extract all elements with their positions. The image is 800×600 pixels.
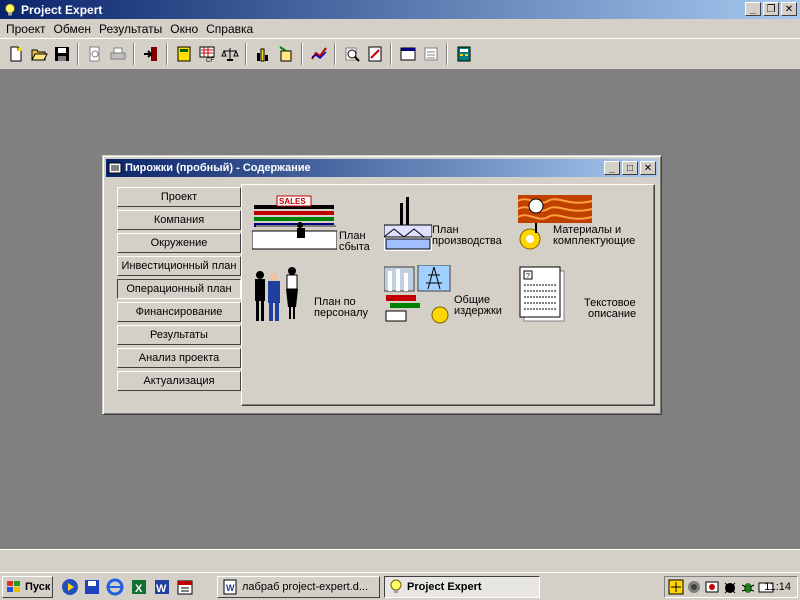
print-icon[interactable] [106,43,129,65]
status-strip [0,549,800,572]
nav-investment-plan[interactable]: Инвестиционный план [117,256,241,276]
tile-materials[interactable]: Материалы и комплектующие [518,195,650,255]
tray-app-icon[interactable] [668,579,684,595]
close-button[interactable]: ✕ [781,2,797,16]
balance-icon[interactable] [218,43,241,65]
tile-production-plan[interactable]: План производства [384,195,514,255]
floppy-icon[interactable] [83,578,101,596]
line-chart-icon[interactable] [307,43,330,65]
table-icon[interactable] [172,43,195,65]
network-icon[interactable] [704,579,720,595]
list-icon[interactable] [419,43,442,65]
clock: 11:14 [764,581,791,593]
svg-text:?: ? [526,273,530,280]
excel-icon[interactable]: X [130,578,148,596]
new-icon[interactable] [4,43,27,65]
nav-company[interactable]: Компания [117,210,241,230]
calculator-icon[interactable] [452,43,475,65]
taskbar: Пуск X W W лабраб project-expert.d... Pr… [0,572,800,600]
svg-text:W: W [226,583,235,593]
menu-exchange[interactable]: Обмен [50,22,96,36]
preview-icon[interactable] [83,43,106,65]
svg-text:CF: CF [206,58,214,63]
menu-window[interactable]: Окно [166,22,202,36]
tile-text-description-label-2: описание [588,308,637,320]
restore-button[interactable]: ❐ [763,2,779,16]
open-icon[interactable] [27,43,50,65]
minimize-button[interactable]: _ [745,2,761,16]
toolbar: CF [0,38,800,70]
report-icon[interactable] [363,43,386,65]
contents-window-title-bar[interactable]: Пирожки (пробный) - Содержание _ □ ✕ [106,159,658,177]
task-word-document-label: лабраб project-expert.d... [242,581,369,593]
tile-production-plan-label-2: производства [432,235,502,247]
antivirus-icon[interactable] [722,579,738,595]
tile-general-costs[interactable]: Общие издержки [384,265,514,330]
menu-help[interactable]: Справка [202,22,257,36]
contents-window: Пирожки (пробный) - Содержание _ □ ✕ Про… [102,155,662,415]
chart-bar-icon[interactable] [251,43,274,65]
child-close-button[interactable]: ✕ [640,161,656,175]
lightbulb-icon [5,3,15,15]
window-icon[interactable] [396,43,419,65]
text-document-icon: ? [519,266,565,322]
costs-icon [384,265,451,324]
app-title-bar[interactable]: Project Expert _ ❐ ✕ [0,0,800,19]
calendar-icon[interactable] [176,578,194,596]
internet-explorer-icon[interactable] [106,578,124,596]
start-label: Пуск [25,581,51,593]
tile-text-description[interactable]: ? Текстовое описание [518,265,650,330]
people-icon [255,267,298,321]
media-player-icon[interactable] [61,578,79,596]
volume-icon[interactable] [686,579,702,595]
app-title: Project Expert [21,2,103,17]
child-maximize-button[interactable]: □ [622,161,638,175]
tile-general-costs-label-2: издержки [454,305,502,317]
tile-personnel-plan-label-2: персоналу [314,307,369,319]
task-project-expert-label: Project Expert [407,581,482,593]
word-icon[interactable]: W [153,578,171,596]
factory-icon [384,197,432,251]
contents-window-title: Пирожки (пробный) - Содержание [125,162,311,174]
nav-environment[interactable]: Окружение [117,233,241,253]
svg-text:X: X [135,583,143,595]
svg-text:W: W [156,583,167,595]
tile-personnel-plan[interactable]: План по персоналу [252,265,382,330]
tile-materials-label-2: комплектующие [553,235,636,247]
nav-project-analysis[interactable]: Анализ проекта [117,348,241,368]
menu-project[interactable]: Проект [2,22,50,36]
bug-icon[interactable] [740,579,756,595]
cashflow-icon[interactable]: CF [195,43,218,65]
menu-bar: Проект Обмен Результаты Окно Справка [0,19,800,38]
nav-project[interactable]: Проект [117,187,241,207]
tile-sales-plan-label-2: сбыта [339,241,370,253]
task-project-expert[interactable]: Project Expert [384,576,540,598]
nav-operational-plan[interactable]: Операционный план [117,279,241,299]
sales-plan-icon: SALES [252,195,337,250]
task-word-document[interactable]: W лабраб project-expert.d... [217,576,380,598]
tile-sales-plan[interactable]: SALES План сбыта [252,195,377,255]
nav-results[interactable]: Результаты [117,325,241,345]
nav-financing[interactable]: Финансирование [117,302,241,322]
exit-icon[interactable] [139,43,162,65]
save-icon[interactable] [50,43,73,65]
sales-badge: SALES [279,197,306,206]
export-icon[interactable] [274,43,297,65]
document-icon [108,162,122,174]
system-tray: 11:14 [664,576,798,598]
content-panel: SALES План сбыта План производства Матер… [241,184,655,406]
lightbulb-icon [390,579,402,593]
nav-actualization[interactable]: Актуализация [117,371,241,391]
child-minimize-button[interactable]: _ [604,161,620,175]
analysis-icon[interactable] [340,43,363,65]
windows-logo-icon [7,581,20,592]
word-doc-icon: W [223,579,237,595]
start-button[interactable]: Пуск [2,576,53,598]
menu-results[interactable]: Результаты [95,22,166,36]
